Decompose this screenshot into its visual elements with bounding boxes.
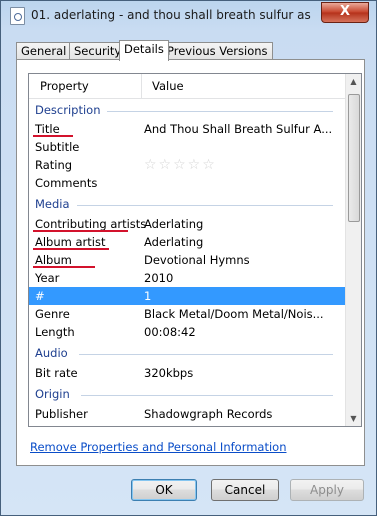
properties-window: 01. aderlating - and thou shall breath s…: [0, 0, 377, 516]
property-value: And Thou Shall Breath Sulfur A...: [144, 122, 333, 136]
value-column-header[interactable]: Value: [152, 79, 184, 93]
property-column-header[interactable]: Property: [40, 79, 89, 93]
apply-button[interactable]: Apply: [290, 479, 364, 501]
property-label: Album artist: [35, 235, 106, 249]
row-bit-rate[interactable]: Bit rate 320kbps: [29, 364, 345, 382]
row-title[interactable]: Title And Thou Shall Breath Sulfur A...: [29, 120, 345, 138]
property-value: 320kbps: [144, 366, 194, 380]
property-label: Title: [35, 122, 60, 136]
column-divider[interactable]: [141, 74, 142, 98]
annotation-underline-album: [33, 266, 95, 268]
annotation-underline-contributing-artists: [33, 230, 128, 232]
property-label: Contributing artists: [35, 217, 147, 231]
property-label: Year: [35, 271, 60, 285]
group-origin: Origin: [29, 385, 345, 403]
group-audio: Audio: [29, 344, 345, 362]
property-value: Aderlating: [144, 217, 204, 231]
audio-file-icon: [10, 7, 25, 25]
vertical-scrollbar[interactable]: ▲ ▼: [345, 74, 361, 426]
row-comments[interactable]: Comments: [29, 174, 345, 192]
group-label: Audio: [35, 346, 68, 360]
column-header: Property Value: [29, 74, 345, 99]
row-length[interactable]: Length 00:08:42: [29, 323, 345, 341]
rating-stars-icon[interactable]: ☆☆☆☆☆: [144, 157, 217, 173]
ok-button[interactable]: OK: [131, 479, 197, 501]
row-subtitle[interactable]: Subtitle: [29, 138, 345, 156]
property-label: #: [35, 289, 45, 303]
tab-general[interactable]: General: [16, 42, 72, 60]
property-value: 1: [144, 289, 152, 303]
window-title: 01. aderlating - and thou shall breath s…: [31, 8, 311, 22]
property-value: Shadowgraph Records: [144, 407, 273, 421]
row-track-number-selected[interactable]: # 1: [29, 287, 345, 305]
row-publisher[interactable]: Publisher Shadowgraph Records: [29, 405, 345, 423]
annotation-underline-title: [33, 135, 73, 137]
property-value: Black Metal/Doom Metal/Nois...: [144, 307, 324, 321]
properties-list[interactable]: Property Value Description Title And Tho…: [28, 73, 362, 427]
property-label: Bit rate: [35, 366, 78, 380]
annotation-underline-album-artist: [33, 248, 109, 250]
property-label: Album: [35, 253, 72, 267]
property-label: Rating: [35, 158, 73, 172]
group-label: Media: [35, 197, 70, 211]
row-genre[interactable]: Genre Black Metal/Doom Metal/Nois...: [29, 305, 345, 323]
row-year[interactable]: Year 2010: [29, 269, 345, 287]
property-label: Comments: [35, 176, 98, 190]
cancel-button[interactable]: Cancel: [211, 479, 279, 501]
property-label: Length: [35, 325, 75, 339]
scroll-down-icon[interactable]: ▼: [346, 411, 361, 426]
scrollbar-thumb[interactable]: [348, 94, 360, 222]
scroll-up-icon[interactable]: ▲: [346, 74, 361, 89]
property-label: Genre: [35, 307, 70, 321]
group-media: Media: [29, 195, 345, 213]
property-label: Subtitle: [35, 140, 80, 154]
remove-properties-link[interactable]: Remove Properties and Personal Informati…: [30, 440, 287, 454]
title-bar[interactable]: 01. aderlating - and thou shall breath s…: [1, 1, 377, 31]
tab-security[interactable]: Security: [69, 42, 127, 60]
property-value: Devotional Hymns: [144, 253, 250, 267]
details-panel: Property Value Description Title And Tho…: [16, 59, 365, 466]
property-label: Publisher: [35, 407, 88, 421]
group-label: Description: [35, 103, 101, 117]
property-value: 00:08:42: [144, 325, 196, 339]
row-rating[interactable]: Rating ☆☆☆☆☆: [29, 156, 345, 174]
property-value: 2010: [144, 271, 174, 285]
group-divider: [79, 354, 333, 355]
group-divider: [81, 395, 333, 396]
group-divider: [77, 205, 333, 206]
group-description: Description: [29, 101, 345, 119]
close-button[interactable]: X: [321, 2, 369, 23]
tab-details[interactable]: Details: [119, 40, 169, 61]
group-divider: [107, 111, 333, 112]
group-label: Origin: [35, 387, 70, 401]
tab-previous-versions[interactable]: Previous Versions: [162, 42, 273, 60]
property-value: Aderlating: [144, 235, 204, 249]
